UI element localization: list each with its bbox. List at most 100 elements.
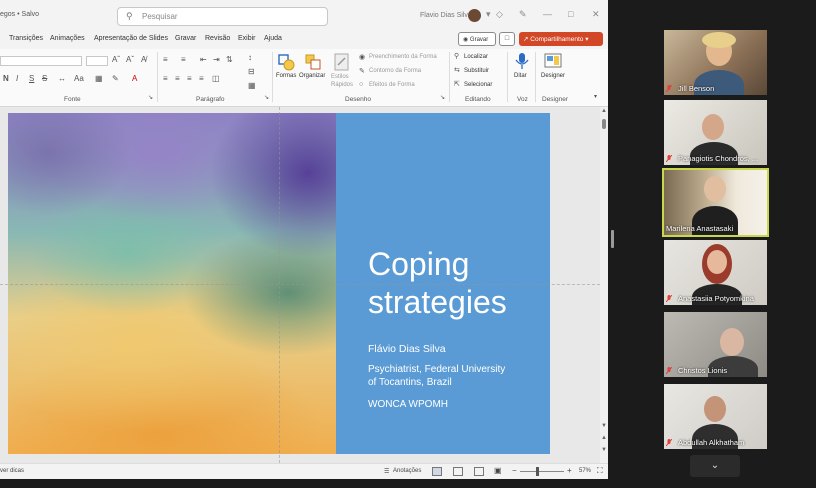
participant-tile[interactable]: Jill Benson [664,30,767,95]
diamond-icon[interactable]: ◇ [496,9,503,20]
dictate-button[interactable]: Ditar [514,73,527,79]
align-left-icon[interactable]: ≡ [163,74,168,83]
shape-outline-button[interactable]: Contorno da Forma [369,68,421,74]
align-text-icon[interactable]: ⊟ [248,67,255,76]
share-icon: ↗ [523,36,529,43]
scroll-down-icon[interactable]: ▼ [601,423,607,429]
slide-title[interactable]: Coping strategies [368,245,538,321]
slide-affiliation[interactable]: Psychiatrist, Federal University of Toca… [368,363,528,389]
shapes-button[interactable]: Formas [276,73,296,79]
close-icon[interactable]: ✕ [592,9,600,20]
quick-styles-button[interactable]: Estilos Rápidos [331,73,355,89]
arrange-button[interactable]: Organizar [299,73,325,79]
zoom-out-icon[interactable]: − [512,466,517,475]
participant-name: Anastasiia Potyomkina [678,294,754,303]
search-box[interactable]: ⚲ Pesquisar [117,7,328,26]
record-button[interactable]: ◉ Gravar [458,32,496,46]
next-slide-icon[interactable]: ▼ [601,447,607,453]
slide-organization[interactable]: WONCA WPOMH [368,399,448,410]
designer-button[interactable]: Designer [541,73,565,79]
minimize-icon[interactable]: — [543,9,552,19]
change-case-icon[interactable]: Aa [74,74,84,83]
font-size-field[interactable] [86,56,108,66]
shape-effects-button[interactable]: Efeitos de Forma [369,82,415,88]
fit-to-window-icon[interactable]: ⛶ [597,466,603,476]
highlight-icon[interactable]: ✎ [112,74,119,83]
participant-tile[interactable]: Christos Lionis [664,312,767,377]
align-right-icon[interactable]: ≡ [187,74,192,83]
zoom-slider[interactable] [520,471,564,472]
reading-view-icon[interactable] [474,467,484,476]
font-name-field[interactable] [0,56,82,66]
participant-tile-active-speaker[interactable]: Marilena Anastasaki [662,168,769,237]
participant-tile[interactable]: Anastasiia Potyomkina [664,240,767,305]
increase-indent-icon[interactable]: ⇥ [213,55,220,64]
panel-resize-handle[interactable] [611,230,614,248]
slide-sorter-icon[interactable] [453,467,463,476]
show-more-participants-button[interactable]: ⌄ [690,455,740,477]
ribbon-collapse-icon[interactable]: ▾ [594,93,597,100]
font-color-icon[interactable]: A [132,74,137,83]
participant-tile[interactable]: Abdullah Alkhatham [664,384,767,449]
restore-icon[interactable]: □ [568,9,573,19]
bold-button[interactable]: N [3,74,9,83]
slideshow-icon[interactable]: ▣ [494,466,502,475]
scroll-up-icon[interactable]: ▲ [601,108,607,114]
justify-icon[interactable]: ≡ [199,74,204,83]
tab-review[interactable]: Revisão [205,35,230,42]
font-launcher-icon[interactable]: ↘ [148,94,153,101]
scrollbar-thumb[interactable] [602,119,606,129]
grow-font-icon[interactable]: Aˆ [112,55,120,64]
zoom-slider-knob[interactable] [536,467,539,476]
separator [272,52,273,102]
zoom-in-icon[interactable]: + [567,466,572,475]
record-icon: ◉ [463,37,469,43]
notes-button[interactable]: Anotações [393,468,421,474]
font-effects-icon[interactable]: ▦ [95,74,103,83]
select-icon: ⇱ [454,81,460,88]
tab-record[interactable]: Gravar [175,35,196,42]
vertical-scrollbar[interactable]: ▲ ▼ ▲ ▼ [600,107,608,463]
text-direction-icon[interactable]: ↕ [248,53,252,62]
drawing-launcher-icon[interactable]: ↘ [440,94,445,101]
slide-author[interactable]: Flávio Dias Silva [368,343,446,355]
line-spacing-icon[interactable]: ⇅ [226,55,233,64]
separator [157,52,158,102]
tab-transitions[interactable]: Transições [9,35,43,42]
user-avatar[interactable] [468,9,481,22]
clear-format-icon[interactable]: A̸ [141,55,146,64]
bullets-icon[interactable]: ≡ [163,55,168,64]
tab-help[interactable]: Ajuda [264,35,282,42]
zoom-level[interactable]: 57% [579,468,591,474]
decrease-indent-icon[interactable]: ⇤ [200,55,207,64]
powerpoint-window: egos • Salvo ⚲ Pesquisar Flavio Dias Sil… [0,0,608,479]
find-button[interactable]: Localizar [464,54,488,60]
columns-icon[interactable]: ◫ [212,74,220,83]
participant-face [707,250,727,274]
numbering-icon[interactable]: ≡ [181,55,186,64]
strikethrough-button[interactable]: S [42,74,47,83]
select-button[interactable]: Selecionar [464,82,492,88]
shrink-font-icon[interactable]: Aˇ [126,55,134,64]
tab-slideshow[interactable]: Apresentação de Slides [94,35,168,42]
account-chevron-icon[interactable]: ▾ [486,9,491,20]
smartart-icon[interactable]: ▦ [248,81,256,90]
tab-animations[interactable]: Animações [50,35,85,42]
comments-button[interactable]: □ [499,32,515,46]
char-spacing-icon[interactable]: ↔ [58,74,66,83]
slide-title-line: Coping [368,246,470,282]
align-center-icon[interactable]: ≡ [175,74,180,83]
participant-tile[interactable]: Panagiotis Chondros, ... [664,100,767,165]
paragraph-launcher-icon[interactable]: ↘ [264,94,269,101]
find-icon: ⚲ [454,53,460,60]
share-button[interactable]: ↗ Compartilhamento ▾ [519,32,603,46]
replace-button[interactable]: Substituir [464,68,489,74]
italic-button[interactable]: I [16,74,18,83]
shape-fill-button[interactable]: Preenchimento da Forma [369,54,437,60]
pen-icon[interactable]: ✎ [519,9,527,20]
previous-slide-icon[interactable]: ▲ [601,435,607,441]
underline-button[interactable]: S [29,74,34,83]
quick-styles-icon [333,53,351,71]
normal-view-icon[interactable] [432,467,442,476]
tab-view[interactable]: Exibir [238,35,256,42]
